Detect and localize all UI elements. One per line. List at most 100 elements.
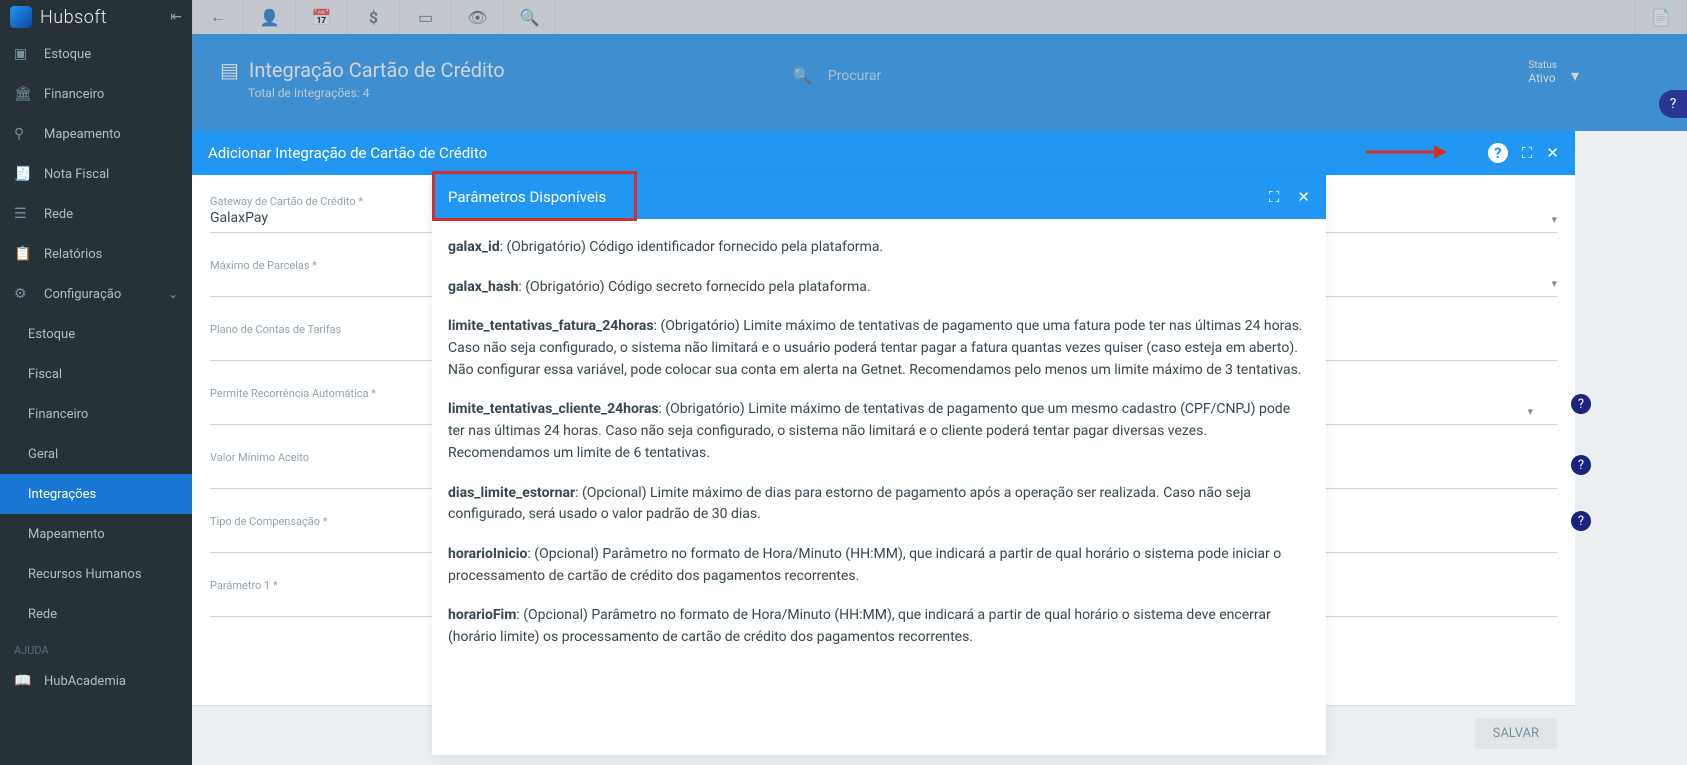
cube-icon: ▣: [14, 46, 32, 62]
user-button[interactable]: 👤: [244, 0, 296, 34]
dropdown-icon[interactable]: ▾: [1551, 277, 1557, 290]
status-value: Ativo: [1528, 71, 1557, 85]
subnav-mapeamento[interactable]: Mapeamento: [0, 514, 192, 554]
eye-button[interactable]: 👁: [452, 0, 504, 34]
page-subtitle: Total de Integrações: 4: [248, 86, 1659, 100]
network-icon: ☰: [14, 206, 32, 222]
nav-hubacademia[interactable]: 📖HubAcademia: [0, 661, 192, 701]
param-desc: : (Obrigatório) Código secreto fornecido…: [518, 279, 870, 295]
param-row: limite_tentativas_fatura_24horas: (Obrig…: [448, 316, 1310, 381]
param-name: galax_id: [448, 239, 500, 255]
money-button[interactable]: $: [348, 0, 400, 34]
dropdown-icon[interactable]: ▾: [1527, 405, 1533, 418]
annotation-arrow: [1362, 140, 1447, 164]
nav-label: Nota Fiscal: [44, 167, 109, 182]
map-icon: ⚲: [14, 126, 32, 142]
calendar-button[interactable]: 📅: [296, 0, 348, 34]
param-row: galax_id: (Obrigatório) Código identific…: [448, 237, 1310, 259]
nav-label: Rede: [44, 207, 73, 222]
nav-financeiro[interactable]: 🏛 Financeiro: [0, 74, 192, 114]
popup-title: Parâmetros Disponíveis: [448, 188, 606, 206]
receipt-icon: 🧾: [14, 166, 32, 182]
subnav-label: Integrações: [28, 487, 96, 502]
help-valor-minimo-icon[interactable]: ?: [1571, 455, 1591, 475]
status-label: Status: [1528, 60, 1557, 71]
help-recorrencia-icon[interactable]: ?: [1571, 394, 1591, 414]
popup-expand-icon[interactable]: ⛶: [1269, 188, 1280, 206]
modal-title: Adicionar Integração de Cartão de Crédit…: [208, 144, 487, 162]
nav-notafiscal[interactable]: 🧾 Nota Fiscal: [0, 154, 192, 194]
subnav-label: Geral: [28, 447, 58, 462]
status-dropdown-icon[interactable]: ▾: [1571, 66, 1579, 85]
search-input[interactable]: [828, 68, 1228, 84]
nav-rede[interactable]: ☰ Rede: [0, 194, 192, 234]
subnav-label: Estoque: [28, 327, 75, 342]
param-row: dias_limite_estornar: (Opcional) Limite …: [448, 483, 1310, 526]
subnav-label: Financeiro: [28, 407, 88, 422]
book-icon: 📖: [14, 673, 32, 689]
report-icon: 📋: [14, 246, 32, 262]
modal-expand-icon[interactable]: ⛶: [1522, 144, 1533, 162]
param-name: limite_tentativas_cliente_24horas: [448, 401, 659, 417]
subnav-label: Mapeamento: [28, 527, 105, 542]
page-title: Integração Cartão de Crédito: [249, 58, 505, 82]
param-name: galax_hash: [448, 279, 518, 295]
back-button[interactable]: ←: [192, 0, 244, 34]
subnav-fiscal[interactable]: Fiscal: [0, 354, 192, 394]
popup-body: galax_id: (Obrigatório) Código identific…: [432, 219, 1326, 755]
nav-estoque[interactable]: ▣ Estoque: [0, 34, 192, 74]
nav-mapeamento[interactable]: ⚲Mapeamento: [0, 114, 192, 154]
subnav-label: Fiscal: [28, 367, 62, 382]
card-button[interactable]: ▭: [400, 0, 452, 34]
param-name: horarioInicio: [448, 546, 527, 562]
subnav-rede[interactable]: Rede: [0, 594, 192, 634]
dropdown-icon[interactable]: ▾: [1551, 213, 1557, 226]
nav-relatorios[interactable]: 📋 Relatórios: [0, 234, 192, 274]
subnav-label: Rede: [28, 607, 57, 622]
bank-icon: 🏛: [14, 86, 32, 102]
param-row: horarioFim: (Opcional) Parâmetro no form…: [448, 605, 1310, 648]
param-desc: : (Opcional) Parâmetro no formato de Hor…: [448, 607, 1271, 645]
floating-help-icon[interactable]: ?: [1659, 90, 1687, 118]
param-row: horarioInicio: (Opcional) Parâmetro no f…: [448, 544, 1310, 587]
popup-close-icon[interactable]: ✕: [1297, 188, 1310, 206]
param-desc: : (Opcional) Parâmetro no formato de Hor…: [448, 546, 1281, 584]
subnav-label: Recursos Humanos: [28, 567, 142, 582]
page-header: ▤ Integração Cartão de Crédito Total de I…: [192, 34, 1687, 131]
param-name: dias_limite_estornar: [448, 485, 575, 501]
help-header: AJUDA: [0, 634, 192, 661]
topbar: ← 👤 📅 $ ▭ 👁 🔍 📄: [192, 0, 1687, 34]
logo-bar: Hubsoft ⇤: [0, 0, 192, 34]
param-row: limite_tentativas_cliente_24horas: (Obri…: [448, 399, 1310, 464]
cards-icon: ▤: [220, 58, 239, 82]
brand-text: Hubsoft: [40, 7, 107, 28]
chevron-down-icon: ⌄: [168, 287, 178, 301]
param-desc: : (Obrigatório) Código identificador for…: [500, 239, 884, 255]
gear-icon: ⚙: [14, 286, 32, 302]
param-name: limite_tentativas_fatura_24horas: [448, 318, 654, 334]
search-button[interactable]: 🔍: [504, 0, 556, 34]
subnav-rh[interactable]: Recursos Humanos: [0, 554, 192, 594]
param-row: galax_hash: (Obrigatório) Código secreto…: [448, 277, 1310, 299]
search-icon: 🔍: [792, 66, 812, 85]
pdf-button[interactable]: 📄: [1635, 0, 1687, 34]
param-name: horarioFim: [448, 607, 516, 623]
nav-configuracao[interactable]: ⚙ Configuração ⌄: [0, 274, 192, 314]
status-block: Status Ativo: [1528, 60, 1557, 85]
subnav-integracoes[interactable]: Integrações: [0, 474, 192, 514]
nav-label: Financeiro: [44, 87, 104, 102]
popup-header: Parâmetros Disponíveis ⛶ ✕: [432, 175, 1326, 219]
help-tipo-comp-icon[interactable]: ?: [1571, 511, 1591, 531]
nav-label: Estoque: [44, 47, 91, 62]
sidebar-collapse-icon[interactable]: ⇤: [170, 9, 182, 25]
nav-label: Relatórios: [44, 247, 102, 262]
save-button[interactable]: SALVAR: [1475, 718, 1557, 749]
modal-close-icon[interactable]: ✕: [1546, 144, 1559, 162]
modal-help-icon[interactable]: ?: [1488, 143, 1508, 163]
subnav-financeiro[interactable]: Financeiro: [0, 394, 192, 434]
subnav-estoque[interactable]: Estoque: [0, 314, 192, 354]
nav-label: Configuração: [44, 287, 121, 302]
logo-icon: [10, 6, 32, 28]
subnav-geral[interactable]: Geral: [0, 434, 192, 474]
popup-parameters: Parâmetros Disponíveis ⛶ ✕ galax_id: (Ob…: [432, 175, 1326, 755]
